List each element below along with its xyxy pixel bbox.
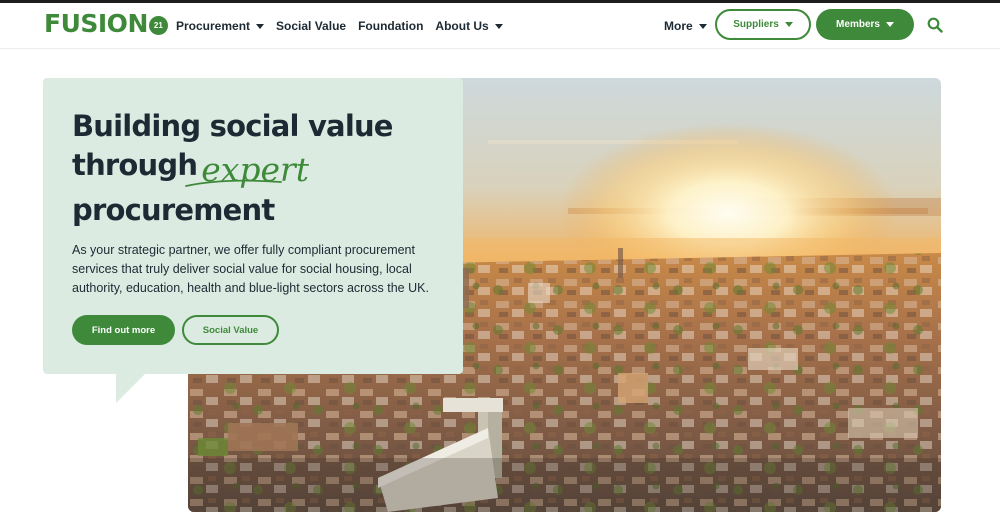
nav-more-label: More <box>664 19 693 33</box>
chevron-down-icon <box>784 22 793 27</box>
hero-card-tail <box>116 373 146 403</box>
site-header: FUSION 21 Procurement Social Value Found… <box>0 3 1000 49</box>
search-icon[interactable] <box>927 17 943 33</box>
fusion21-logo[interactable]: FUSION 21 <box>44 9 168 39</box>
members-button-label: Members <box>836 19 880 30</box>
hero-title: Building social value through expert proc… <box>72 108 452 229</box>
nav-about-us[interactable]: About Us <box>435 19 503 33</box>
handwritten-underline <box>185 179 282 187</box>
nav-more[interactable]: More <box>664 3 707 49</box>
nav-social-value[interactable]: Social Value <box>276 19 346 33</box>
nav-social-value-label: Social Value <box>276 19 347 33</box>
chevron-down-icon <box>885 22 894 27</box>
nav-foundation-label: Foundation <box>358 19 424 33</box>
chevron-down-icon <box>698 23 707 29</box>
members-button[interactable]: Members <box>816 9 914 40</box>
logo-wordmark: FUSION <box>44 9 148 38</box>
suppliers-button[interactable]: Suppliers <box>715 9 811 40</box>
nav-about-us-label: About Us <box>435 19 489 33</box>
chevron-down-icon <box>494 23 503 29</box>
social-value-button[interactable]: Social Value <box>182 315 279 345</box>
hero-title-prefix: through <box>72 148 198 182</box>
hero-title-line-3: procurement <box>72 193 275 227</box>
hero-description: As your strategic partner, we offer full… <box>72 243 429 295</box>
nav-foundation[interactable]: Foundation <box>358 19 423 33</box>
hero-title-line-1: Building social value <box>72 109 393 143</box>
find-out-more-button[interactable]: Find out more <box>72 315 175 345</box>
suppliers-button-label: Suppliers <box>733 19 779 30</box>
logo-badge: 21 <box>148 15 168 35</box>
chevron-down-icon <box>256 23 265 29</box>
nav-procurement-label: Procurement <box>176 19 251 33</box>
nav-procurement[interactable]: Procurement <box>176 19 265 33</box>
main-nav: Procurement Social Value Foundation Abou… <box>176 3 515 49</box>
